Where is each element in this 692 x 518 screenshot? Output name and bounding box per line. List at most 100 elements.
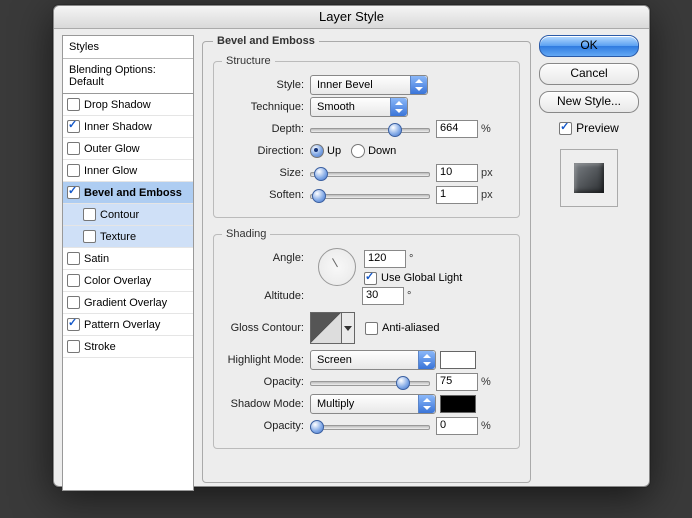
- cancel-button[interactable]: Cancel: [539, 63, 639, 85]
- checkbox-icon[interactable]: [67, 318, 80, 331]
- depth-input[interactable]: 664: [436, 120, 478, 138]
- checkbox-icon[interactable]: [67, 274, 80, 287]
- window-title: Layer Style: [54, 6, 649, 29]
- technique-dropdown[interactable]: Smooth: [310, 97, 408, 117]
- sidebar-item-pattern-overlay[interactable]: Pattern Overlay: [63, 314, 193, 336]
- bevel-emboss-group: Bevel and Emboss Structure Style: Inner …: [202, 35, 531, 483]
- highlight-mode-dropdown[interactable]: Screen: [310, 350, 436, 370]
- sidebar-item-label: Texture: [100, 231, 136, 243]
- dropdown-value: Multiply: [317, 398, 354, 410]
- preview-label: Preview: [576, 121, 619, 135]
- checkbox-icon[interactable]: [67, 296, 80, 309]
- checkbox-icon[interactable]: [67, 164, 80, 177]
- sidebar-header-blending[interactable]: Blending Options: Default: [63, 59, 193, 94]
- depth-label: Depth:: [222, 123, 310, 135]
- depth-slider[interactable]: [310, 122, 430, 136]
- global-light-label: Use Global Light: [381, 272, 462, 284]
- checkbox-icon[interactable]: [67, 340, 80, 353]
- sidebar-item-gradient-overlay[interactable]: Gradient Overlay: [63, 292, 193, 314]
- sidebar-item-label: Drop Shadow: [84, 99, 151, 111]
- structure-group: Structure Style: Inner Bevel Technique: …: [213, 55, 520, 218]
- shading-group: Shading Angle: 120 ° Use Global Light: [213, 228, 520, 449]
- unit-label: %: [481, 420, 491, 432]
- soften-input[interactable]: 1: [436, 186, 478, 204]
- new-style-button[interactable]: New Style...: [539, 91, 639, 113]
- highlight-opacity-slider[interactable]: [310, 375, 430, 389]
- sidebar-item-texture[interactable]: Texture: [63, 226, 193, 248]
- checkbox-icon[interactable]: [83, 208, 96, 221]
- sidebar-item-label: Color Overlay: [84, 275, 151, 287]
- direction-label: Direction:: [222, 145, 310, 157]
- gloss-contour-dropdown[interactable]: [342, 312, 355, 344]
- chevron-updown-icon: [410, 76, 427, 94]
- checkbox-icon[interactable]: [67, 98, 80, 111]
- sidebar-item-label: Gradient Overlay: [84, 297, 167, 309]
- sidebar-item-label: Inner Glow: [84, 165, 137, 177]
- preview-checkbox[interactable]: [559, 122, 572, 135]
- checkbox-icon[interactable]: [67, 120, 80, 133]
- dropdown-value: Inner Bevel: [317, 79, 373, 91]
- ok-button[interactable]: OK: [539, 35, 639, 57]
- altitude-input[interactable]: 30: [362, 287, 404, 305]
- unit-label: %: [481, 376, 491, 388]
- structure-legend: Structure: [222, 55, 275, 67]
- sidebar-item-drop-shadow[interactable]: Drop Shadow: [63, 94, 193, 116]
- sidebar-item-label: Satin: [84, 253, 109, 265]
- radio-label: Up: [327, 145, 341, 157]
- shadow-opacity-input[interactable]: 0: [436, 417, 478, 435]
- sidebar-item-bevel-emboss[interactable]: Bevel and Emboss: [63, 182, 193, 204]
- chevron-updown-icon: [418, 351, 435, 369]
- highlight-opacity-label: Opacity:: [222, 376, 310, 388]
- soften-label: Soften:: [222, 189, 310, 201]
- highlight-color-swatch[interactable]: [440, 351, 476, 369]
- size-input[interactable]: 10: [436, 164, 478, 182]
- size-slider[interactable]: [310, 166, 430, 180]
- shadow-opacity-slider[interactable]: [310, 419, 430, 433]
- anti-aliased-label: Anti-aliased: [382, 322, 439, 334]
- size-label: Size:: [222, 167, 310, 179]
- sidebar-item-satin[interactable]: Satin: [63, 248, 193, 270]
- anti-aliased-checkbox[interactable]: [365, 322, 378, 335]
- soften-slider[interactable]: [310, 188, 430, 202]
- dropdown-value: Smooth: [317, 101, 355, 113]
- angle-wheel[interactable]: [318, 248, 356, 286]
- shadow-mode-label: Shadow Mode:: [222, 398, 310, 410]
- preview-thumbnail-inner: [574, 163, 604, 193]
- technique-label: Technique:: [222, 101, 310, 113]
- sidebar-header-styles[interactable]: Styles: [63, 36, 193, 59]
- gloss-contour-label: Gloss Contour:: [222, 322, 310, 334]
- layer-style-dialog: Layer Style Styles Blending Options: Def…: [53, 5, 650, 487]
- sidebar-item-contour[interactable]: Contour: [63, 204, 193, 226]
- checkbox-icon[interactable]: [67, 186, 80, 199]
- direction-down-radio[interactable]: [351, 144, 365, 158]
- checkbox-icon[interactable]: [83, 230, 96, 243]
- panel-title: Bevel and Emboss: [213, 35, 319, 47]
- unit-label: °: [409, 253, 413, 265]
- angle-input[interactable]: 120: [364, 250, 406, 268]
- effects-sidebar: Styles Blending Options: Default Drop Sh…: [62, 35, 194, 491]
- radio-label: Down: [368, 145, 396, 157]
- sidebar-item-label: Inner Shadow: [84, 121, 152, 133]
- highlight-opacity-input[interactable]: 75: [436, 373, 478, 391]
- sidebar-item-outer-glow[interactable]: Outer Glow: [63, 138, 193, 160]
- sidebar-item-inner-glow[interactable]: Inner Glow: [63, 160, 193, 182]
- unit-label: %: [481, 123, 491, 135]
- dropdown-value: Screen: [317, 354, 352, 366]
- chevron-updown-icon: [390, 98, 407, 116]
- unit-label: px: [481, 189, 493, 201]
- sidebar-item-stroke[interactable]: Stroke: [63, 336, 193, 358]
- sidebar-item-color-overlay[interactable]: Color Overlay: [63, 270, 193, 292]
- altitude-label: Altitude:: [222, 290, 310, 302]
- style-dropdown[interactable]: Inner Bevel: [310, 75, 428, 95]
- sidebar-item-inner-shadow[interactable]: Inner Shadow: [63, 116, 193, 138]
- shadow-color-swatch[interactable]: [440, 395, 476, 413]
- gloss-contour-swatch[interactable]: [310, 312, 342, 344]
- sidebar-item-label: Bevel and Emboss: [84, 187, 182, 199]
- shadow-opacity-label: Opacity:: [222, 420, 310, 432]
- preview-thumbnail: [560, 149, 618, 207]
- direction-up-radio[interactable]: [310, 144, 324, 158]
- shadow-mode-dropdown[interactable]: Multiply: [310, 394, 436, 414]
- checkbox-icon[interactable]: [67, 252, 80, 265]
- checkbox-icon[interactable]: [67, 142, 80, 155]
- global-light-checkbox[interactable]: [364, 272, 377, 285]
